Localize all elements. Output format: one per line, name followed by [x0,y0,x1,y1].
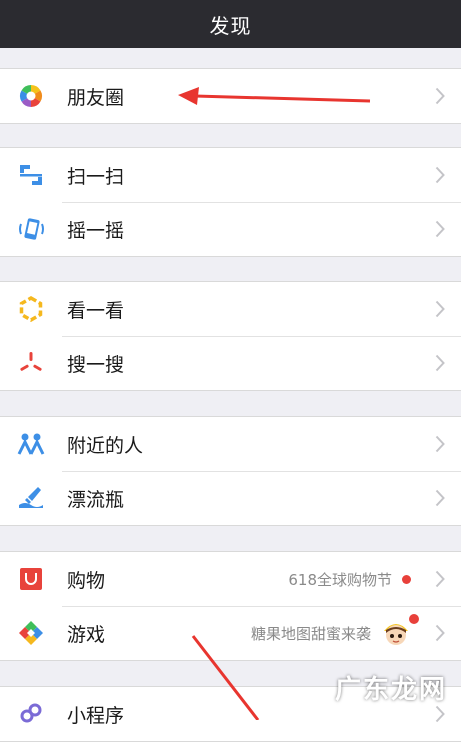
menu-item-label: 搜一搜 [67,353,125,376]
shopping-bag-icon [17,565,45,593]
menu-item-top-stories[interactable]: 看一看 [0,282,461,336]
chevron-right-icon [435,300,445,318]
chevron-right-icon [435,220,445,238]
watermark: 广东龙网 [334,675,447,705]
search-sparkle-icon [17,349,45,377]
menu-item-games[interactable]: 游戏 糖果地图甜蜜来袭 [0,606,461,660]
menu-item-people-nearby[interactable]: 附近的人 [0,417,461,471]
moments-aperture-icon [17,82,45,110]
promo-text: 糖果地图甜蜜来袭 [250,624,371,643]
drift-bottle-icon [17,484,45,512]
chevron-right-icon [435,570,445,588]
notification-dot [402,574,411,584]
chevron-right-icon [435,435,445,453]
scan-icon [17,161,45,189]
group-shop-games: 购物 618全球购物节 游戏 糖果地图甜蜜来袭 [0,551,461,661]
chevron-right-icon [435,624,445,642]
games-promo: 糖果地图甜蜜来袭 [250,614,419,648]
menu-item-label: 小程序 [67,704,125,727]
group-moments: 朋友圈 [0,68,461,124]
people-nearby-icon [17,430,45,458]
menu-item-drift-bottle[interactable]: 漂流瓶 [0,471,461,525]
menu-item-scan[interactable]: 扫一扫 [0,148,461,202]
menu-item-label: 附近的人 [67,434,144,457]
menu-item-shake[interactable]: 摇一摇 [0,202,461,256]
mini-programs-icon [17,700,45,728]
game-character-avatar [381,614,419,648]
menu-item-search[interactable]: 搜一搜 [0,336,461,390]
menu-item-label: 看一看 [67,299,125,322]
chevron-right-icon [435,354,445,372]
chevron-right-icon [435,166,445,184]
menu-item-label: 游戏 [67,623,106,646]
shake-phone-icon [17,215,45,243]
menu-item-label: 扫一扫 [67,165,125,188]
group-stories-search: 看一看 搜一搜 [0,281,461,391]
games-icon [17,619,45,647]
group-nearby-bottle: 附近的人 漂流瓶 [0,416,461,526]
menu-item-label: 漂流瓶 [67,488,125,511]
chevron-right-icon [435,489,445,507]
group-scan-shake: 扫一扫 摇一摇 [0,147,461,257]
shopping-promo: 618全球购物节 [288,569,411,590]
notification-dot [409,614,419,624]
nav-bar: 发现 [0,0,461,48]
top-stories-icon [17,295,45,323]
menu-item-label: 购物 [67,569,106,592]
page-title: 发现 [209,13,252,38]
promo-text: 618全球购物节 [288,570,392,589]
menu-item-label: 朋友圈 [67,86,125,109]
menu-item-label: 摇一摇 [67,219,125,242]
menu-item-moments[interactable]: 朋友圈 [0,69,461,123]
chevron-right-icon [435,87,445,105]
chevron-right-icon [435,705,445,723]
menu-item-shopping[interactable]: 购物 618全球购物节 [0,552,461,606]
